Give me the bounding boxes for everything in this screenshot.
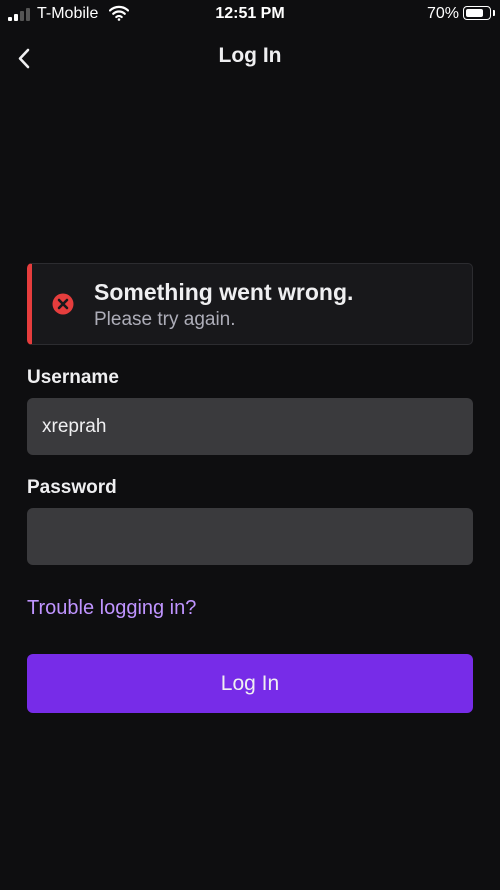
password-label: Password [27,477,117,498]
error-x-icon [52,293,74,315]
error-banner: Something went wrong. Please try again. [27,263,473,345]
login-screen: T-Mobile 12:51 PM 70% Log In Something w… [0,0,500,890]
battery-icon [463,6,491,20]
page-title: Log In [218,44,282,67]
nav-header: Log In [0,36,500,78]
username-label: Username [27,367,119,388]
status-time: 12:51 PM [215,5,285,22]
error-message: Please try again. [94,309,236,330]
trouble-logging-in-link[interactable]: Trouble logging in? [27,597,196,620]
status-bar: T-Mobile 12:51 PM 70% [0,0,500,28]
error-title: Something went wrong. [94,279,354,305]
username-field[interactable] [27,398,473,455]
password-field[interactable] [27,508,473,565]
battery-tip [493,10,495,16]
battery-percent: 70% [426,5,459,22]
login-button[interactable]: Log In [27,654,473,713]
